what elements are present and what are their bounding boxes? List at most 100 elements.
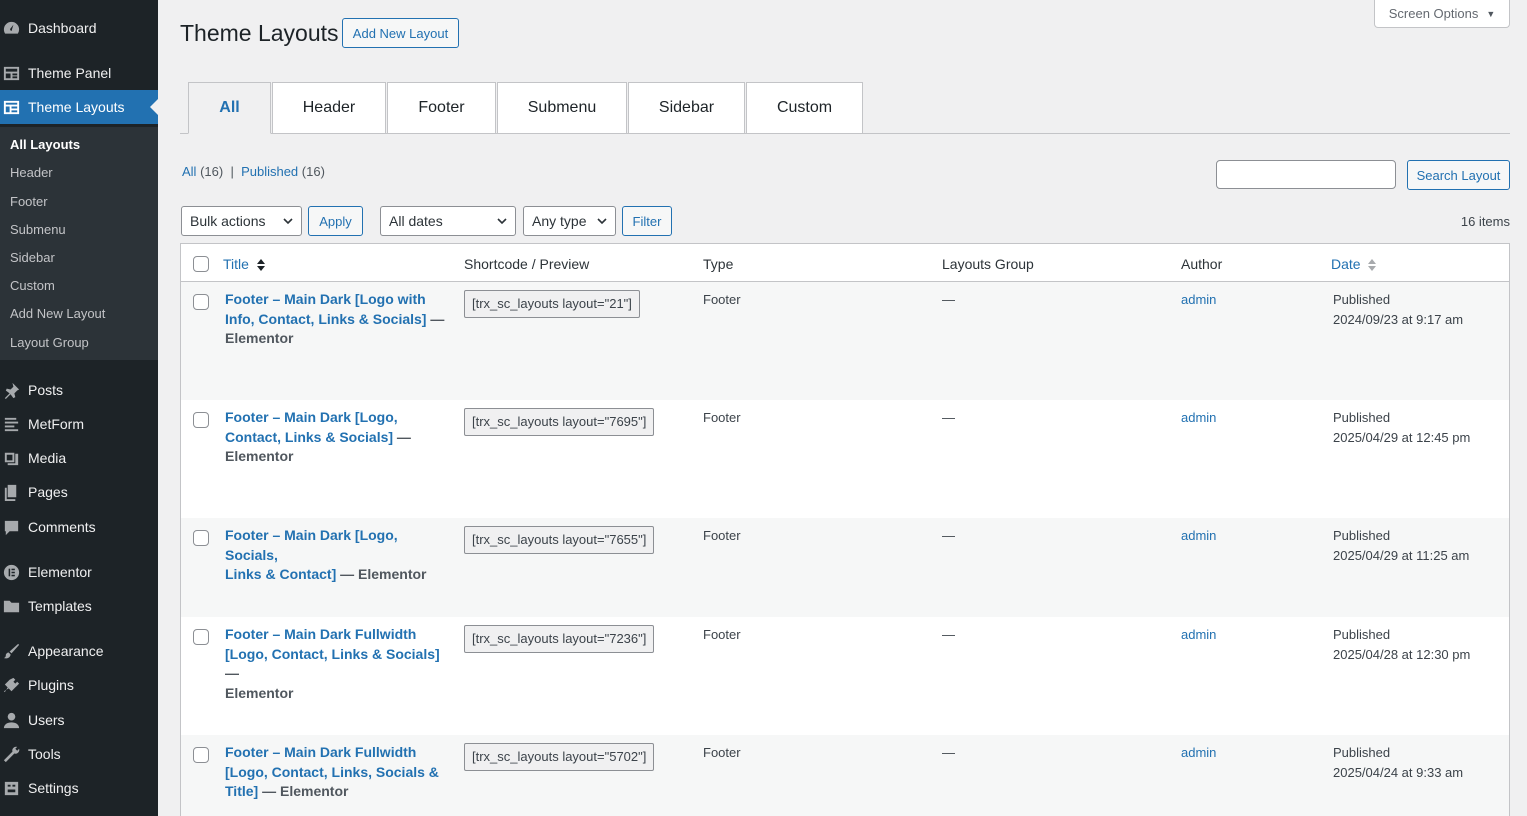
row-date: Published 2025/04/29 at 11:25 am <box>1333 526 1469 565</box>
row-title-link[interactable]: Footer – Main Dark Fullwidth <box>225 626 416 642</box>
submenu-submenu[interactable]: Submenu <box>10 222 66 237</box>
row-status: Published <box>1333 627 1391 642</box>
row-title-link[interactable]: Footer – Main Dark Fullwidth <box>225 744 416 760</box>
tab-all[interactable]: All <box>188 82 271 134</box>
shortcode[interactable]: [trx_sc_layouts layout="7695"] <box>464 408 655 436</box>
theme-panel-icon <box>0 64 28 83</box>
select-all-checkbox[interactable] <box>193 256 209 272</box>
bulk-actions-select[interactable]: Bulk actions <box>181 206 302 236</box>
plugin-icon <box>0 676 28 695</box>
submenu-footer[interactable]: Footer <box>10 194 48 209</box>
view-published-count: (16) <box>301 164 325 179</box>
tab-footer[interactable]: Footer <box>387 82 496 134</box>
menu-label: Plugins <box>28 677 74 693</box>
row-title-link[interactable]: Contact, Links & Socials] <box>225 429 393 445</box>
row-title-link[interactable]: Title] <box>225 783 258 799</box>
column-date[interactable]: Date <box>1331 256 1377 273</box>
chevron-down-icon <box>283 218 293 225</box>
menu-dashboard[interactable]: Dashboard <box>0 11 158 45</box>
dates-value: All dates <box>389 213 443 229</box>
row-title-link[interactable]: Footer – Main Dark [Logo, <box>225 409 398 425</box>
submenu-all-layouts[interactable]: All Layouts <box>10 137 80 152</box>
menu-templates[interactable]: Templates <box>0 589 158 623</box>
tab-submenu[interactable]: Submenu <box>497 82 627 134</box>
layouts-table: Title Shortcode / Preview Type Layouts G… <box>180 243 1510 816</box>
settings-icon <box>0 779 28 798</box>
menu-posts[interactable]: Posts <box>0 373 158 407</box>
menu-pages[interactable]: Pages <box>0 475 158 509</box>
row-checkbox[interactable] <box>193 747 209 763</box>
row-group: — <box>942 292 955 307</box>
menu-metform[interactable]: MetForm <box>0 407 158 441</box>
row-title-suffix: — Elementor <box>336 566 427 582</box>
menu-theme-panel[interactable]: Theme Panel <box>0 56 158 90</box>
row-author[interactable]: admin <box>1181 526 1216 546</box>
theme-layouts-icon <box>0 98 28 117</box>
menu-label: Comments <box>28 519 96 535</box>
row-author[interactable]: admin <box>1181 743 1216 763</box>
tab-header[interactable]: Header <box>272 82 386 134</box>
menu-label: MetForm <box>28 416 84 432</box>
menu-label: Theme Layouts <box>28 99 125 115</box>
menu-comments[interactable]: Comments <box>0 510 158 544</box>
row-group: — <box>942 745 955 760</box>
chevron-down-icon <box>497 218 507 225</box>
dashboard-icon <box>0 19 28 38</box>
row-checkbox[interactable] <box>193 412 209 428</box>
row-title-link[interactable]: Footer – Main Dark [Logo, Socials, <box>225 527 398 563</box>
row-author[interactable]: admin <box>1181 408 1216 428</box>
column-title[interactable]: Title <box>223 256 265 273</box>
search-input[interactable] <box>1216 160 1396 189</box>
filter-button[interactable]: Filter <box>622 206 672 236</box>
row-group: — <box>942 627 955 642</box>
row-title-link[interactable]: Footer – Main Dark [Logo with <box>225 291 426 307</box>
submenu-custom[interactable]: Custom <box>10 278 55 293</box>
view-all-link[interactable]: All <box>182 164 196 179</box>
row-checkbox[interactable] <box>193 294 209 310</box>
row-title-link[interactable]: Info, Contact, Links & Socials] <box>225 311 426 327</box>
submenu-add-new-layout[interactable]: Add New Layout <box>10 306 105 321</box>
menu-plugins[interactable]: Plugins <box>0 668 158 702</box>
submenu-sidebar[interactable]: Sidebar <box>10 250 55 265</box>
apply-button[interactable]: Apply <box>308 206 363 236</box>
tab-sidebar[interactable]: Sidebar <box>628 82 745 134</box>
shortcode[interactable]: [trx_sc_layouts layout="5702"] <box>464 743 655 771</box>
submenu-layout-group[interactable]: Layout Group <box>10 335 89 350</box>
row-title-link[interactable]: Links & Contact] <box>225 566 336 582</box>
tab-custom[interactable]: Custom <box>746 82 863 134</box>
menu-tools[interactable]: Tools <box>0 737 158 771</box>
menu-users[interactable]: Users <box>0 703 158 737</box>
brush-icon <box>0 642 28 661</box>
search-layout-button[interactable]: Search Layout <box>1407 160 1510 190</box>
menu-elementor[interactable]: Elementor <box>0 555 158 589</box>
shortcode[interactable]: [trx_sc_layouts layout="7236"] <box>464 625 655 653</box>
row-title-suffix: — <box>393 428 411 445</box>
shortcode[interactable]: [trx_sc_layouts layout="21"] <box>464 290 640 318</box>
row-title: Footer – Main Dark [Logo, Socials, Links… <box>225 526 449 585</box>
type-select[interactable]: Any type <box>523 206 616 236</box>
menu-label: Elementor <box>28 564 92 580</box>
row-title-suffix: — <box>426 310 445 327</box>
dates-select[interactable]: All dates <box>380 206 516 236</box>
menu-theme-layouts[interactable]: Theme Layouts <box>0 90 158 124</box>
menu-settings[interactable]: Settings <box>0 771 158 805</box>
menu-label: Theme Panel <box>28 65 112 81</box>
row-author[interactable]: admin <box>1181 625 1216 645</box>
row-title-link[interactable]: [Logo, Contact, Links, Socials & <box>225 764 439 780</box>
row-title: Footer – Main Dark [Logo with Info, Cont… <box>225 290 449 349</box>
comment-icon <box>0 518 28 537</box>
row-title-link[interactable]: [Logo, Contact, Links & Socials] <box>225 646 440 662</box>
screen-options-button[interactable]: Screen Options ▼ <box>1374 0 1510 28</box>
row-author[interactable]: admin <box>1181 290 1216 310</box>
column-author: Author <box>1181 256 1223 272</box>
menu-label: Dashboard <box>28 20 97 36</box>
row-checkbox[interactable] <box>193 530 209 546</box>
menu-media[interactable]: Media <box>0 441 158 475</box>
menu-appearance[interactable]: Appearance <box>0 634 158 668</box>
shortcode[interactable]: [trx_sc_layouts layout="7655"] <box>464 526 655 554</box>
add-new-layout-button[interactable]: Add New Layout <box>342 18 459 48</box>
row-checkbox[interactable] <box>193 629 209 645</box>
view-published-link[interactable]: Published <box>241 164 298 179</box>
media-icon <box>0 449 28 468</box>
submenu-header[interactable]: Header <box>10 165 53 180</box>
